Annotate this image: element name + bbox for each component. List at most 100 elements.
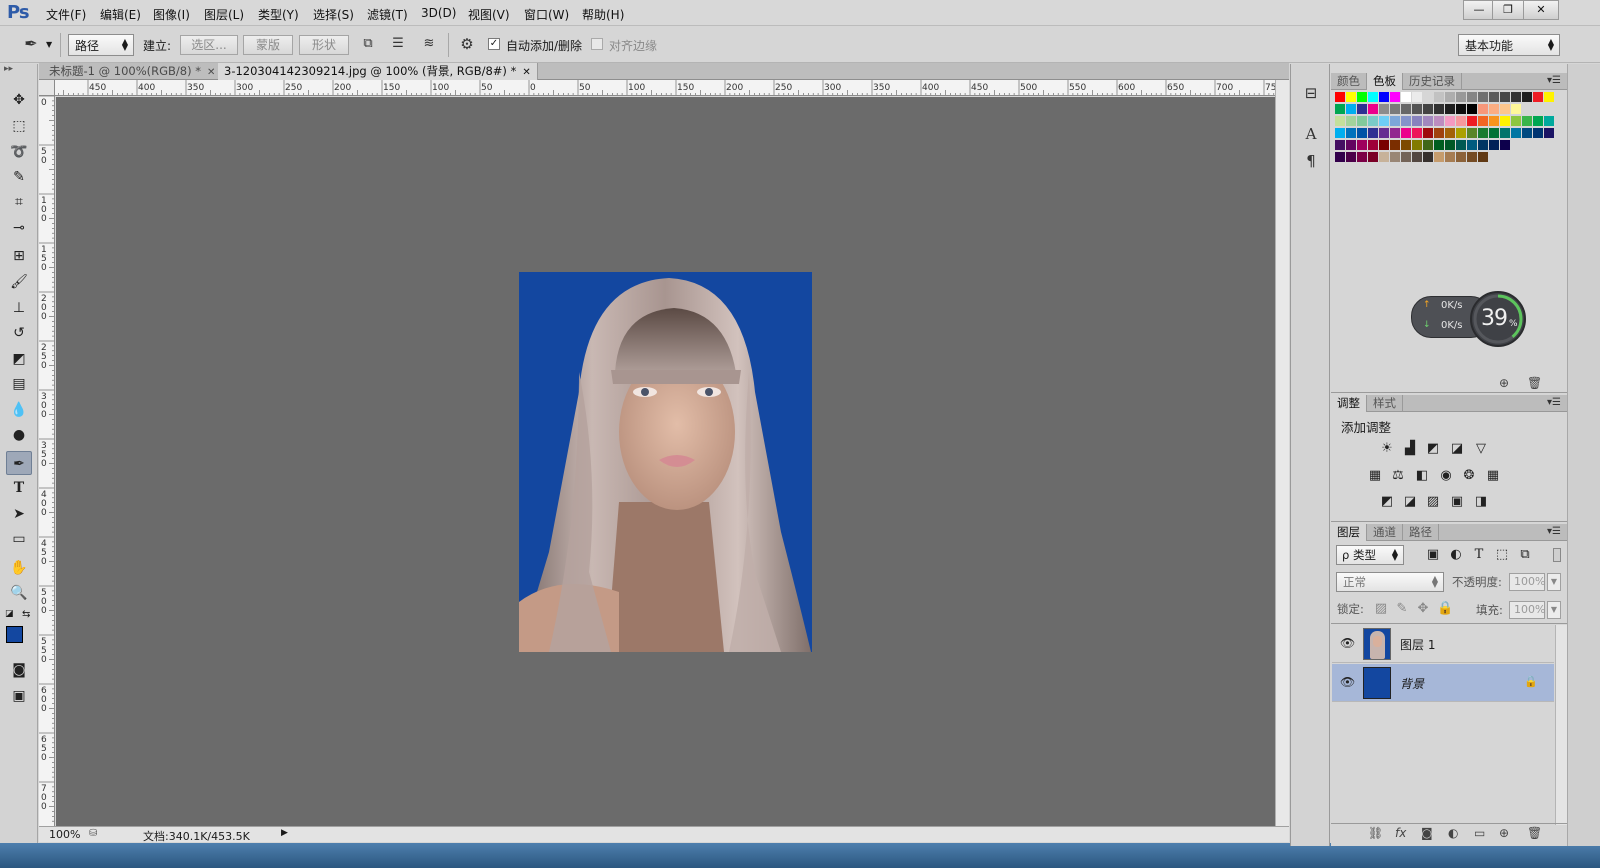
color-swatch[interactable] (1489, 116, 1499, 126)
color-swatch[interactable] (1401, 104, 1411, 114)
layer-name[interactable]: 背景 (1400, 675, 1424, 692)
foreground-color-swatch[interactable] (6, 626, 23, 643)
color-swatch[interactable] (1335, 128, 1345, 138)
healing-tool-icon[interactable]: ⊞ (6, 244, 32, 268)
color-swatch[interactable] (1478, 128, 1488, 138)
color-swatch[interactable] (1335, 92, 1345, 102)
color-swatch[interactable] (1412, 92, 1422, 102)
panel-menu-icon[interactable]: ▾☰ (1547, 397, 1561, 408)
history-panel-icon[interactable]: ⊟ (1301, 84, 1321, 106)
color-swatch[interactable] (1401, 140, 1411, 150)
color-swatch[interactable] (1467, 152, 1477, 162)
panel-menu-icon[interactable]: ▾☰ (1547, 75, 1561, 86)
color-swatch[interactable] (1412, 128, 1422, 138)
channel-mixer-icon[interactable]: ❂ (1461, 468, 1477, 484)
color-swatch[interactable] (1423, 92, 1433, 102)
color-swatch[interactable] (1401, 116, 1411, 126)
color-swatch[interactable] (1390, 128, 1400, 138)
zoom-level[interactable]: 100% (49, 828, 80, 841)
workspace-select[interactable]: 基本功能 ▲ ▼ (1458, 34, 1560, 56)
color-swatch[interactable] (1335, 104, 1345, 114)
menu-image[interactable]: 图像(I) (153, 6, 190, 23)
selective-color-icon[interactable]: ▣ (1449, 494, 1465, 510)
color-swatch[interactable] (1544, 128, 1554, 138)
quick-select-tool-icon[interactable]: ✎ (6, 165, 32, 189)
color-swatch[interactable] (1368, 116, 1378, 126)
color-swatch[interactable] (1357, 140, 1367, 150)
gear-icon[interactable]: ⚙ (458, 35, 476, 53)
tab-history[interactable]: 历史记录 (1403, 73, 1462, 90)
layer-name[interactable]: 图层 1 (1400, 636, 1435, 653)
color-swatch[interactable] (1335, 152, 1345, 162)
menu-window[interactable]: 窗口(W) (524, 6, 569, 23)
color-swatch[interactable] (1522, 128, 1532, 138)
panel-menu-icon[interactable]: ▾☰ (1547, 526, 1561, 537)
color-swatch[interactable] (1467, 116, 1477, 126)
color-swatch[interactable] (1478, 116, 1488, 126)
color-swatch[interactable] (1456, 116, 1466, 126)
color-swatch[interactable] (1368, 152, 1378, 162)
hand-tool-icon[interactable]: ✋ (6, 556, 32, 580)
tab-styles[interactable]: 样式 (1367, 395, 1403, 412)
color-swatch[interactable] (1379, 140, 1389, 150)
default-colors-icon[interactable]: ◪ (5, 609, 14, 619)
filter-pixel-icon[interactable]: ▣ (1425, 547, 1441, 563)
color-swatch[interactable] (1346, 140, 1356, 150)
color-swatch[interactable] (1390, 104, 1400, 114)
color-swatch[interactable] (1379, 152, 1389, 162)
color-swatch[interactable] (1489, 92, 1499, 102)
layer-row-layer-1[interactable]: 👁 图层 1 (1332, 625, 1554, 663)
add-mask-icon[interactable]: ◙ (1421, 826, 1433, 840)
color-swatch[interactable] (1401, 152, 1411, 162)
tab-color[interactable]: 颜色 (1331, 73, 1367, 90)
menu-file[interactable]: 文件(F) (46, 6, 86, 23)
preset-chevron-down-icon[interactable]: ▼ (46, 40, 52, 49)
color-swatch[interactable] (1412, 104, 1422, 114)
close-button[interactable]: ✕ (1523, 0, 1559, 20)
color-swatch[interactable] (1522, 92, 1532, 102)
path-alignment-icon[interactable]: ☰ (389, 35, 407, 53)
color-swatch[interactable] (1489, 140, 1499, 150)
color-swatch[interactable] (1544, 116, 1554, 126)
swap-colors-icon[interactable]: ⇆ (22, 609, 30, 620)
pen-tool-preset-icon[interactable]: ✒ (22, 35, 40, 53)
gradient-map-icon[interactable]: ◨ (1473, 494, 1489, 510)
color-swatch[interactable] (1379, 92, 1389, 102)
color-swatch[interactable] (1412, 140, 1422, 150)
shape-tool-icon[interactable]: ▭ (6, 527, 32, 551)
color-swatch[interactable] (1445, 104, 1455, 114)
color-swatch[interactable] (1456, 104, 1466, 114)
vertical-scrollbar[interactable] (1275, 80, 1289, 826)
menu-type[interactable]: 类型(Y) (258, 6, 299, 23)
tab-layers[interactable]: 图层 (1331, 524, 1367, 541)
color-swatch[interactable] (1500, 116, 1510, 126)
blur-tool-icon[interactable]: 💧 (6, 398, 32, 422)
color-swatch[interactable] (1511, 104, 1521, 114)
color-swatch[interactable] (1445, 92, 1455, 102)
tab-photo-document[interactable]: 3-120304142309214.jpg @ 100% (背景, RGB/8#… (218, 63, 538, 80)
visibility-eye-icon[interactable]: 👁 (1340, 675, 1355, 689)
color-swatch[interactable] (1401, 128, 1411, 138)
color-swatch[interactable] (1445, 116, 1455, 126)
color-swatch[interactable] (1500, 128, 1510, 138)
color-balance-icon[interactable]: ⚖ (1390, 468, 1406, 484)
color-swatch[interactable] (1445, 140, 1455, 150)
brush-tool-icon[interactable]: 🖌 (6, 270, 32, 294)
color-swatch[interactable] (1478, 140, 1488, 150)
lock-all-icon[interactable]: 🔒 (1437, 601, 1453, 617)
color-swatch[interactable] (1379, 116, 1389, 126)
color-swatch[interactable] (1467, 140, 1477, 150)
color-swatch[interactable] (1445, 128, 1455, 138)
gradient-tool-icon[interactable]: ▤ (6, 372, 32, 396)
new-layer-icon[interactable]: ⊕ (1499, 826, 1509, 840)
status-menu-arrow-icon[interactable]: ▶ (281, 828, 288, 838)
color-swatch[interactable] (1368, 92, 1378, 102)
menu-filter[interactable]: 滤镜(T) (367, 6, 408, 23)
layer-style-fx-icon[interactable]: fx (1395, 826, 1406, 840)
new-group-icon[interactable]: ▭ (1474, 826, 1485, 840)
exposure-icon[interactable]: ◪ (1449, 441, 1465, 457)
marquee-tool-icon[interactable]: ⬚ (6, 114, 32, 138)
color-swatch[interactable] (1434, 116, 1444, 126)
status-proof-icon[interactable]: ⛁ (89, 828, 97, 839)
color-swatch[interactable] (1434, 92, 1444, 102)
